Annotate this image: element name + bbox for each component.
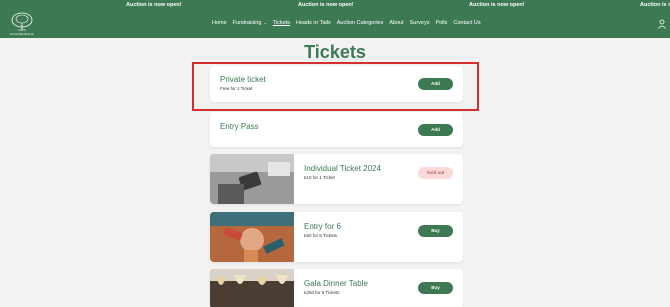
- ticket-title: Individual Ticket 2024: [304, 164, 381, 173]
- sold-out-badge: Sold out: [418, 167, 453, 179]
- ticket-card-individual: Individual Ticket 2024 £10 for 1 Ticket …: [210, 154, 463, 204]
- nav-heads-or-tails[interactable]: Heads or Tails: [296, 20, 331, 26]
- ticket-title: Entry for 6: [304, 222, 341, 231]
- nav-fundraising-label: Fundraising: [232, 20, 262, 26]
- ticket-card-entry-pass: Entry Pass Add: [210, 112, 463, 147]
- ticket-price: £10 for 1 Ticket: [304, 175, 335, 180]
- nav-home[interactable]: Home: [212, 20, 227, 26]
- nav-contact-us[interactable]: Contact Us: [453, 20, 480, 26]
- phone-photo: [210, 154, 294, 204]
- nav-tickets[interactable]: Tickets: [273, 20, 290, 26]
- announcement-text: Auction is now open!: [126, 2, 182, 8]
- nav-auction-categories[interactable]: Auction Categories: [337, 20, 383, 26]
- tree-logo-icon: [11, 12, 33, 31]
- announcement-bar: ! Auction is now open! Auction is now op…: [0, 0, 670, 10]
- buy-entry-for-6-button[interactable]: Buy: [418, 225, 453, 237]
- ticket-price: £250 for 6 Tickets: [304, 290, 340, 295]
- add-entry-pass-button[interactable]: Add: [418, 124, 453, 136]
- brand-name: SCHOENDALE: [10, 32, 34, 36]
- site-logo[interactable]: SCHOENDALE: [6, 12, 38, 36]
- chevron-down-icon: ⌄: [263, 20, 267, 25]
- nav-surveys[interactable]: Surveys: [410, 20, 430, 26]
- announcement-text: Auction is now open!: [469, 2, 525, 8]
- ticket-card-gala-dinner: Gala Dinner Table £250 for 6 Tickets Buy: [210, 269, 463, 307]
- main-nav: Home Fundraising ⌄ Tickets Heads or Tails…: [212, 20, 487, 26]
- page-title: Tickets: [304, 42, 366, 62]
- buy-gala-dinner-button[interactable]: Buy: [418, 282, 453, 294]
- announcement-text: Auction is now open!: [640, 2, 670, 8]
- ticket-title: Entry Pass: [220, 122, 259, 131]
- user-icon[interactable]: [658, 19, 666, 29]
- announcement-text: Auction is now open!: [298, 2, 354, 8]
- wine-glasses-photo: [210, 269, 294, 307]
- nav-about[interactable]: About: [389, 20, 403, 26]
- nav-polls[interactable]: Polls: [435, 20, 447, 26]
- nav-fundraising[interactable]: Fundraising ⌄: [233, 20, 267, 26]
- site-header: SCHOENDALE Home Fundraising ⌄ Tickets Hea…: [0, 10, 670, 38]
- ticket-price: £50 for 6 Tickets: [304, 233, 338, 238]
- hands-photo: [210, 212, 294, 262]
- ticket-card-entry-for-6: Entry for 6 £50 for 6 Tickets Buy: [210, 212, 463, 262]
- highlight-box: [192, 62, 479, 111]
- ticket-title: Gala Dinner Table: [304, 279, 368, 288]
